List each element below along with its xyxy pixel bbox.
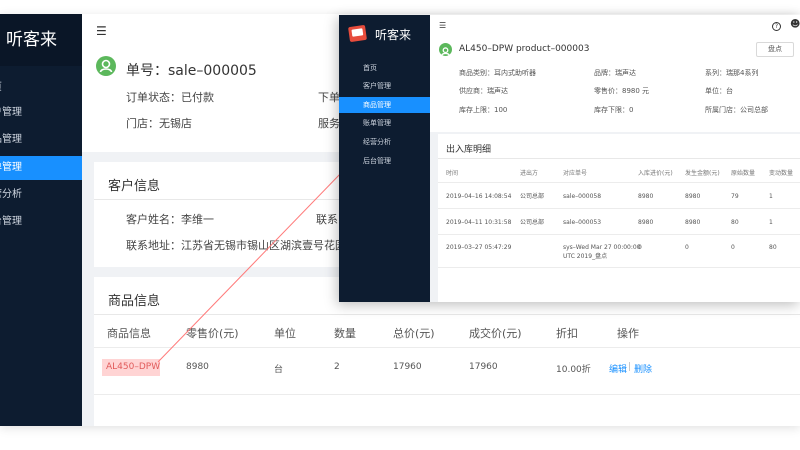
overlay-sidebar-products[interactable]: 商品管理: [339, 97, 430, 113]
help-icon[interactable]: ?: [772, 22, 781, 31]
ledger-cell-party: 公司总部: [520, 193, 545, 200]
overlay-sidebar-analytics[interactable]: 经营分析: [339, 134, 430, 150]
table-row: 2019–04–16 14:08:54 公司总部 sale–000058 898…: [438, 183, 800, 208]
ledger-cell-orig-qty: 0: [731, 244, 735, 251]
ledger-cell-amount: 0: [685, 244, 689, 251]
product-supplier: 供应商：瑞声达: [459, 87, 508, 95]
stock-ledger-card: 出入库明细 时间 进出方 对应单号 入库进价(元) 发生金额(元) 原始数量 变…: [438, 134, 800, 302]
ledger-cell-time: 2019–03–27 05:47:29: [446, 244, 512, 251]
ledger-cell-cost: 8980: [638, 193, 654, 200]
ledger-col-order: 对应单号: [563, 170, 588, 177]
overlay-sidebar: 听客来 首页 客户管理 商品管理 账单管理 经营分析 后台管理: [339, 15, 430, 302]
product-store: 所属门店：公司总部: [705, 106, 768, 114]
divider: [438, 267, 800, 268]
ledger-col-orig-qty: 原始数量: [731, 170, 756, 177]
table-row: 2019–03–27 05:47:29 sys–Wed Mar 27 00:00…: [438, 235, 800, 265]
product-detail-window: 听客来 首页 客户管理 商品管理 账单管理 经营分析 后台管理 ☰ ? ☻ AL…: [339, 15, 800, 302]
ledger-cell-party: 公司总部: [520, 219, 545, 226]
divider: [438, 158, 800, 159]
overlay-menu-icon[interactable]: ☰: [439, 21, 446, 30]
overlay-product-card: ☰ ? ☻ AL450–DPW product–000003 盘点 商品类别：耳…: [430, 15, 800, 132]
ledger-cell-cost: 8980: [638, 219, 654, 226]
product-avatar: [439, 43, 452, 56]
ledger-col-amount: 发生金额(元): [685, 170, 720, 177]
ledger-cell-time: 2019–04–11 10:31:58: [446, 219, 512, 226]
ledger-col-party: 进出方: [520, 170, 539, 177]
ledger-cell-order[interactable]: sale–000053: [563, 218, 601, 227]
product-series: 系列：瑞那4系列: [705, 69, 759, 77]
overlay-sidebar-home[interactable]: 首页: [339, 60, 430, 76]
ledger-cell-cost: 0: [638, 244, 642, 251]
ledger-col-cost: 入库进价(元): [638, 170, 673, 177]
ledger-cell-order: sys–Wed Mar 27 00:00:00: [563, 244, 641, 251]
ledger-cell-orig-qty: 80: [731, 219, 739, 226]
overlay-sidebar-customers[interactable]: 客户管理: [339, 78, 430, 94]
table-row: 2019–04–11 10:31:58 公司总部 sale–000053 898…: [438, 209, 800, 234]
ledger-cell-orig-qty: 79: [731, 193, 739, 200]
user-icon[interactable]: ☻: [790, 19, 800, 30]
logo-icon: [348, 24, 367, 43]
ledger-cell-amount: 8980: [685, 219, 701, 226]
ledger-cell-change-qty: 1: [769, 219, 773, 226]
overlay-sidebar-admin[interactable]: 后台管理: [339, 153, 430, 169]
ledger-title: 出入库明细: [446, 145, 492, 155]
product-unit: 单位：台: [705, 87, 733, 95]
stock-lower-limit: 库存下限：0: [594, 106, 634, 114]
product-category: 商品类别：耳内式助听器: [459, 69, 536, 77]
ledger-col-time: 时间: [446, 170, 459, 177]
ledger-cell-order-note: UTC 2019_盘点: [563, 253, 608, 260]
stock-upper-limit: 库存上限：100: [459, 106, 508, 114]
ledger-cell-amount: 8980: [685, 193, 701, 200]
overlay-sidebar-bills[interactable]: 账单管理: [339, 115, 430, 131]
ledger-cell-change-qty: 1: [769, 193, 773, 200]
ledger-col-change-qty: 变动数量: [769, 170, 794, 177]
inventory-check-button[interactable]: 盘点: [756, 42, 794, 57]
ledger-cell-order[interactable]: sale–000058: [563, 192, 601, 201]
overlay-app-logo: 听客来: [375, 28, 412, 42]
product-brand: 品牌：瑞声达: [594, 69, 636, 77]
product-retail-price: 零售价：8980 元: [594, 87, 650, 95]
ledger-cell-change-qty: 80: [769, 244, 777, 251]
ledger-cell-time: 2019–04–16 14:08:54: [446, 193, 512, 200]
product-title: AL450–DPW product–000003: [459, 44, 590, 54]
